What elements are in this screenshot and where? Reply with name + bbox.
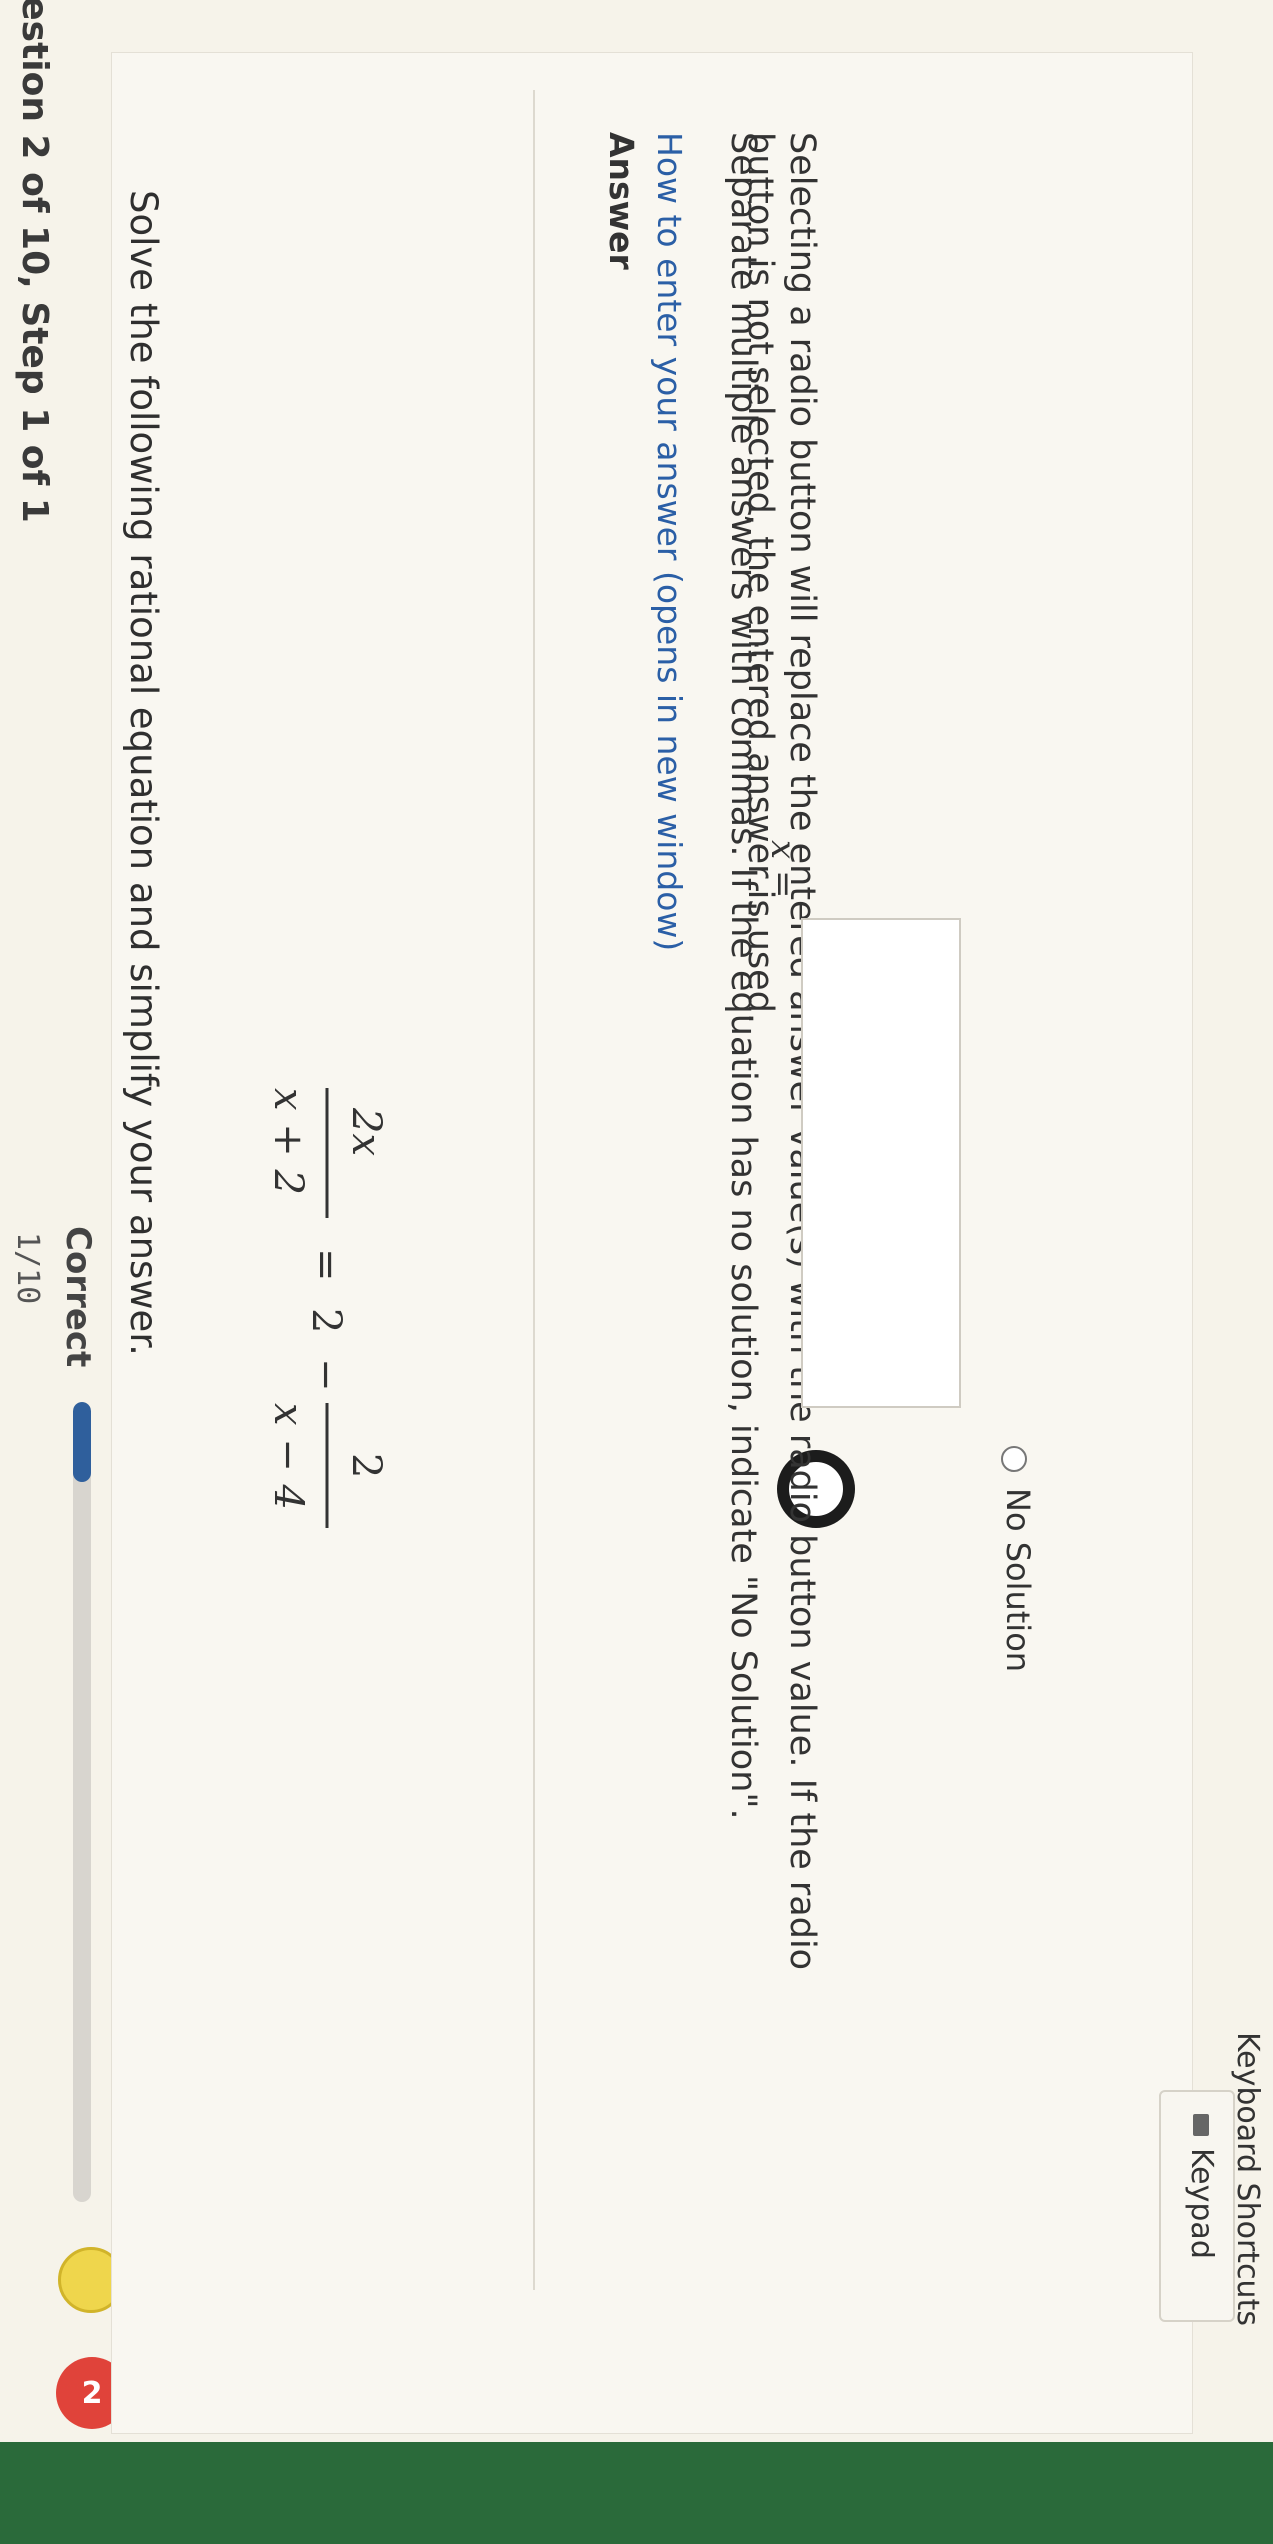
equals-sign: = [303,1248,349,1282]
no-solution-radio[interactable] [1001,1446,1027,1472]
answer-heading: Answer [602,132,641,270]
no-solution-label[interactable]: No Solution [999,1488,1037,1672]
question-title: Question 2 of 10, Step 1 of 1 [14,0,55,523]
rhs-denominator: x − 4 [265,1403,311,1510]
answer-input[interactable] [801,918,961,1408]
progress-bar [73,1402,91,2202]
constant-two: 2 [303,1308,349,1333]
lhs-numerator: 2x [343,1107,389,1156]
variable-label: x = [763,840,803,899]
stage: Question 2 of 10, Step 1 of 1 1/10 Corre… [0,0,1273,2544]
lhs-denominator: x + 2 [265,1088,311,1195]
section-divider [533,90,535,2290]
keypad-label: Keypad [1184,2148,1219,2259]
keyboard-icon [1193,2114,1209,2136]
progress-count: 1/10 [10,1232,45,1305]
progress-fill [73,1402,91,1482]
minus-sign: − [303,1358,349,1392]
window-edge [0,2442,1273,2544]
rhs-numerator: 2 [343,1453,389,1478]
rational-equation: 2x x + 2 = 2 − 2 x − 4 [265,1088,389,1528]
how-to-enter-link[interactable]: How to enter your answer (opens in new w… [650,132,689,951]
keypad-button[interactable]: Keypad [1159,2090,1235,2322]
question-prompt: Solve the following rational equation an… [122,190,165,1356]
keyboard-shortcuts-link[interactable]: Keyboard Shortcuts [1230,2032,1265,2326]
progress-label: Correct [58,1226,98,1368]
